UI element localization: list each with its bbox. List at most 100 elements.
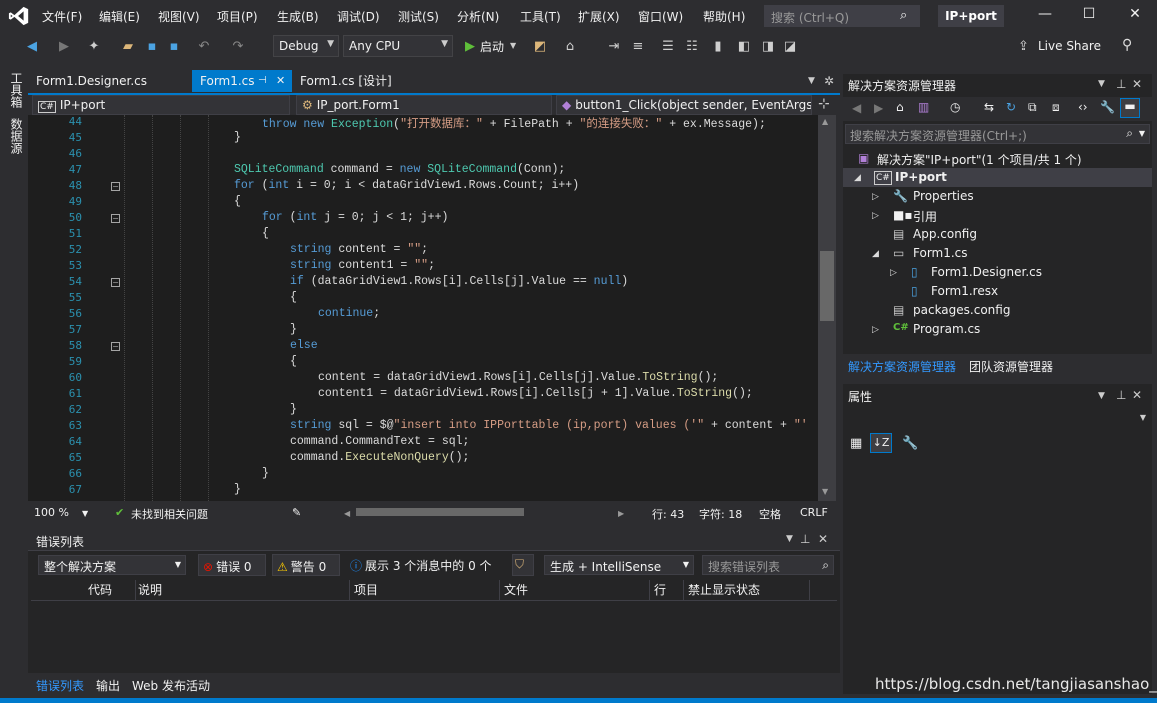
code-line[interactable]: command.ExecuteNonQuery(); [290,451,469,464]
bottom-tab[interactable]: 错误列表 [36,677,84,694]
start-icon[interactable]: ▶ [462,39,478,54]
code-editor[interactable]: 44 throw new Exception("打开数据库：" + FilePat… [28,115,818,501]
code-line[interactable]: content = dataGridView1.Rows[i].Cells[j]… [318,371,718,384]
chevron-down-icon[interactable]: ▼ [1098,79,1105,89]
menu-item[interactable]: 编辑(E) [99,8,140,25]
solution-config-icon[interactable]: ⌂ [562,39,578,54]
code-line[interactable]: string sql = $@"insert into IPPorttable … [290,419,808,432]
menu-item[interactable]: 扩展(X) [578,8,620,25]
whitespace-indicator[interactable]: 空格 [759,506,781,522]
switch-view-icon[interactable]: ▥ [918,100,929,114]
indent-icon[interactable]: ≡ [630,39,646,54]
filter-button[interactable]: ⛉ [512,554,534,576]
expanded-icon[interactable]: ◢ [854,173,861,183]
code-line[interactable]: if (dataGridView1.Rows[i].Cells[j].Value… [290,275,628,288]
pin-icon[interactable]: ⊥ [1116,77,1126,91]
settings-icon[interactable]: ✲ [824,74,834,88]
refresh-icon[interactable]: ↻ [1006,100,1016,114]
issues-status[interactable]: 未找到相关问题 [131,506,208,522]
column-header[interactable]: 文件 [500,580,650,600]
fold-toggle-icon[interactable]: − [111,214,120,223]
pin-icon[interactable]: ⊥ [1116,388,1126,402]
column-header[interactable]: 代码 [84,580,136,600]
code-line[interactable]: content1 = dataGridView1.Rows[i].Cells[j… [318,387,753,400]
bottom-tab[interactable]: Web 发布活动 [132,677,210,694]
search-icon[interactable]: ⌕ [900,8,907,23]
toolbox-tab[interactable]: 工具箱 [8,72,25,108]
open-folder-icon[interactable]: ▰ [120,39,136,54]
warnings-filter-button[interactable]: ⚠ 警告 0 [272,554,340,576]
solution-search-input[interactable]: 搜索解决方案资源管理器(Ctrl+;) ⌕ ▼ [845,124,1150,144]
bookmark-prev-icon[interactable]: ◧ [736,39,752,54]
chevron-down-icon[interactable]: ▼ [1098,391,1105,401]
menu-item[interactable]: 窗口(W) [638,8,683,25]
categorized-icon[interactable]: ▦ [850,436,862,451]
live-share-icon[interactable]: ⇪ [1018,39,1029,54]
code-line[interactable]: string content1 = ""; [290,259,435,272]
bookmark-clear-icon[interactable]: ◪ [782,39,798,54]
collapsed-icon[interactable]: ▷ [872,325,879,335]
menu-item[interactable]: 工具(T) [520,8,561,25]
code-line[interactable]: throw new Exception("打开数据库：" + FilePath … [262,115,766,131]
eol-indicator[interactable]: CRLF [800,506,828,519]
tab-team-explorer[interactable]: 团队资源管理器 [969,358,1053,375]
code-line[interactable]: for (int i = 0; i < dataGridView1.Rows.C… [234,179,579,192]
fold-toggle-icon[interactable]: − [111,278,120,287]
scroll-down-icon[interactable]: ▼ [822,487,828,496]
scope-combo[interactable]: 整个解决方案 ▼ [38,555,186,575]
close-icon[interactable]: ✕ [1132,388,1142,402]
bookmark-next-icon[interactable]: ◨ [760,39,776,54]
code-line[interactable]: { [234,195,241,208]
visual-studio-logo[interactable] [8,5,30,27]
collapse-all-icon[interactable]: ⧉ [1028,100,1037,115]
menu-item[interactable]: 视图(V) [158,8,200,25]
column-header[interactable]: 行 [650,580,684,600]
scroll-right-icon[interactable]: ▶ [618,509,624,518]
code-line[interactable]: } [262,467,269,480]
platform-combo[interactable]: Any CPU ▼ [343,35,453,57]
preview-icon[interactable]: ▬ [1120,98,1140,118]
back-icon[interactable]: ◀ [852,101,861,115]
code-line[interactable]: } [234,131,241,144]
code-line[interactable]: for (int j = 0; j < 1; j++) [262,211,448,224]
column-header[interactable]: 说明 [134,580,350,600]
datasource-tab[interactable]: 数据源 [8,118,25,154]
column-header[interactable]: 项目 [350,580,500,600]
menu-item[interactable]: 生成(B) [277,8,319,25]
tab-list-icon[interactable]: ▼ [808,76,815,86]
property-pages-icon[interactable]: 🔧 [902,436,918,451]
tree-item-form1-designer[interactable]: Form1.Designer.cs [931,265,1042,279]
class-combo[interactable]: ⚙ IP_port.Form1 [296,95,552,115]
forward-icon[interactable]: ▶ [56,39,72,54]
tab-solution-explorer[interactable]: 解决方案资源管理器 [848,358,956,375]
pin-icon[interactable]: ⊣ [258,70,267,92]
code-line[interactable]: { [290,355,297,368]
tree-item-form1-cs[interactable]: Form1.cs [913,246,968,260]
tab-form1-cs[interactable]: Form1.cs ⊣ ✕ [192,70,292,92]
code-line[interactable]: continue; [318,307,380,320]
menu-item[interactable]: 文件(F) [42,8,82,25]
menu-item[interactable]: 分析(N) [457,8,499,25]
bottom-tab[interactable]: 输出 [96,677,120,694]
messages-filter-button[interactable]: ⓘ 展示 3 个消息中的 0 个 [346,554,504,576]
save-icon[interactable]: ▪ [144,39,160,54]
browser-link-icon[interactable]: ◩ [532,39,548,54]
tab-form1-designer[interactable]: Form1.Designer.cs [28,70,192,92]
bookmark-icon[interactable]: ▮ [710,39,726,54]
menu-item[interactable]: 帮助(H) [703,8,745,25]
project-combo[interactable]: C# IP+port [32,95,290,115]
build-source-combo[interactable]: 生成 + IntelliSense ▼ [544,555,694,575]
fold-toggle-icon[interactable]: − [111,182,120,191]
undo-icon[interactable]: ↶ [196,39,212,54]
tree-item-packages-config[interactable]: packages.config [913,303,1010,317]
save-all-icon[interactable]: ▪ [166,39,182,54]
chevron-down-icon[interactable]: ▼ [786,534,793,544]
solution-root[interactable]: 解决方案"IP+port"(1 个项目/共 1 个) [877,151,1082,168]
new-project-icon[interactable]: ✦ [86,39,102,54]
uncomment-icon[interactable]: ☷ [684,39,700,54]
project-node[interactable]: IP+port [895,170,947,184]
code-line[interactable]: { [262,227,269,240]
tree-item-program-cs[interactable]: Program.cs [913,322,980,336]
menu-item[interactable]: 项目(P) [217,8,258,25]
code-line[interactable]: } [290,323,297,336]
